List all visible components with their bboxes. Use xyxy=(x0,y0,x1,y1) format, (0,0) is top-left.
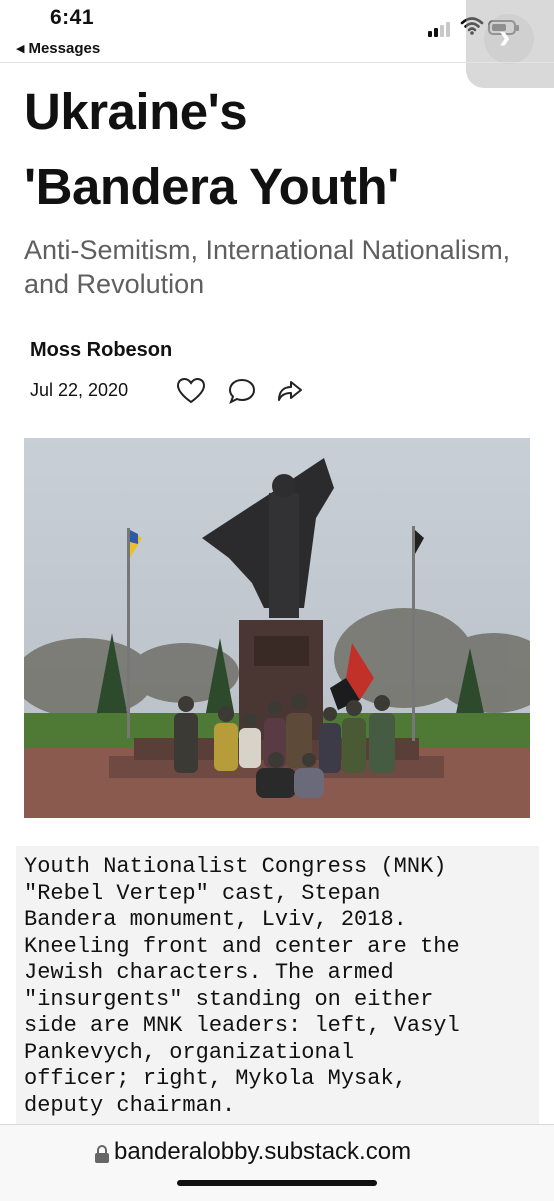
article-photo xyxy=(24,438,530,818)
caption-line: Kneeling front and center are the xyxy=(24,933,460,959)
caption-line: officer; right, Mykola Mysak, xyxy=(24,1066,407,1091)
status-time: 6:41 xyxy=(50,6,95,29)
article-subtitle: Anti-Semitism, International Nationalism… xyxy=(24,235,511,299)
caption-line: Bandera monument, Lviv, 2018. xyxy=(24,907,407,932)
chevron-right-icon: › xyxy=(499,18,511,56)
caption-line: side are MNK leaders: left, Vasyl xyxy=(24,1013,460,1038)
caption-line: Youth Nationalist Congress (MNK) xyxy=(24,854,447,879)
photo-caption: Youth Nationalist Congress (MNK) "Rebel … xyxy=(16,846,539,1126)
back-triangle-icon: ◀ xyxy=(16,43,25,55)
comment-icon[interactable] xyxy=(228,377,256,405)
caption-line: Pankevych, organizational xyxy=(24,1039,355,1065)
lock-icon xyxy=(95,1145,109,1163)
caption-line: deputy chairman. xyxy=(24,1092,236,1118)
article-title: Ukraine's 'Bandera Youth' xyxy=(24,74,534,224)
caption-line: "Rebel Vertep" cast, Stepan xyxy=(24,880,381,906)
cellular-signal-icon xyxy=(428,22,450,37)
title-line-1: Ukraine's xyxy=(24,83,248,140)
publish-date: Jul 22, 2020 xyxy=(30,380,129,400)
heart-icon[interactable] xyxy=(176,377,206,405)
author-name[interactable]: Moss Robeson xyxy=(30,339,172,362)
title-line-2: 'Bandera Youth' xyxy=(24,158,399,215)
back-label: Messages xyxy=(28,40,101,57)
caption-line: "insurgents" standing on either xyxy=(24,986,434,1012)
home-indicator[interactable] xyxy=(177,1180,377,1186)
page-url[interactable]: banderalobby.substack.com xyxy=(114,1138,411,1166)
bandera-monument-photo xyxy=(24,438,530,818)
share-icon[interactable] xyxy=(276,377,304,405)
caption-line: Jewish characters. The armed xyxy=(24,960,394,985)
back-to-messages-link[interactable]: ◀ Messages xyxy=(16,40,100,57)
status-divider xyxy=(0,62,554,63)
